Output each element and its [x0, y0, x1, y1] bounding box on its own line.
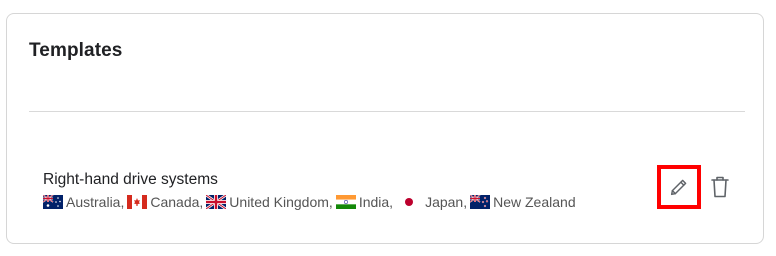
country-label: Australia,: [66, 194, 125, 210]
country-canada: Canada,: [127, 194, 203, 210]
panel-title: Templates: [29, 40, 123, 61]
jp-flag-icon: [399, 195, 420, 209]
templates-card: Templates Right-hand drive systems Austr…: [6, 13, 764, 244]
divider: [29, 111, 745, 112]
country-label: India,: [358, 194, 394, 210]
country-india: India,: [335, 194, 394, 210]
country-australia: Australia,: [43, 194, 124, 210]
country-label: Canada,: [150, 194, 204, 210]
trash-icon: [711, 176, 729, 198]
au-flag-icon: [43, 195, 63, 209]
country-new-zealand: New Zealand: [470, 194, 576, 210]
template-name: Right-hand drive systems: [43, 171, 218, 188]
country-label: United Kingdom,: [229, 194, 333, 210]
gb-flag-icon: [206, 195, 227, 209]
country-united-kingdom: United Kingdom,: [206, 194, 333, 210]
template-row: Right-hand drive systems Australia, Cana…: [43, 170, 733, 218]
country-japan: Japan,: [399, 194, 467, 210]
template-countries: Australia, Canada, United Kingdom, India…: [43, 194, 576, 210]
country-label: New Zealand: [493, 194, 576, 210]
delete-button[interactable]: [707, 174, 733, 200]
nz-flag-icon: [470, 195, 491, 209]
edit-button[interactable]: [657, 165, 701, 209]
pencil-icon: [670, 179, 687, 196]
country-label: Japan,: [425, 194, 468, 210]
in-flag-icon: [335, 195, 356, 209]
ca-flag-icon: [127, 195, 148, 209]
